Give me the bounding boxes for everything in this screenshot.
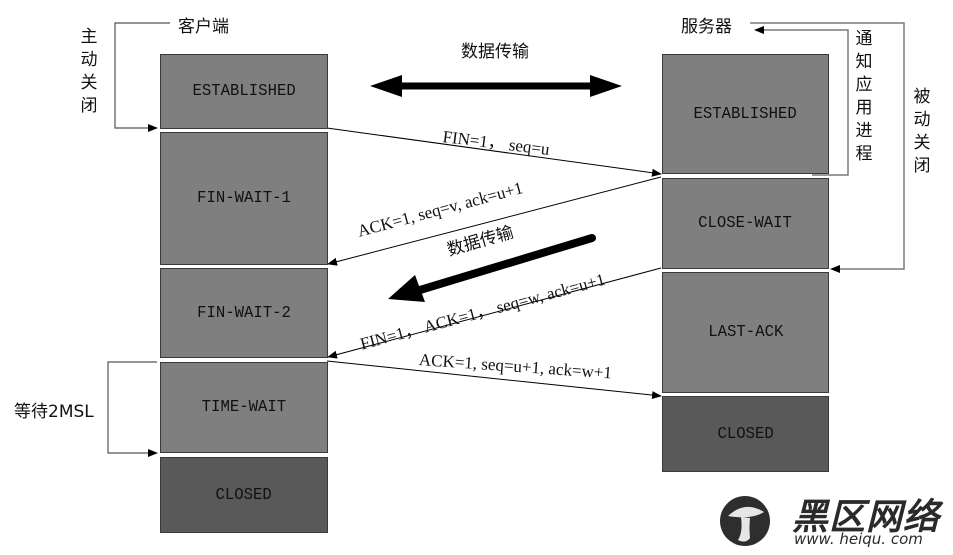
state-label: CLOSED — [717, 424, 774, 444]
state-label: TIME-WAIT — [201, 398, 287, 417]
watermark-logo: 黑区网络 www. heiqu. com — [722, 492, 952, 552]
server-label: 服务器 — [681, 17, 732, 37]
state-label: CLOSE-WAIT — [698, 214, 793, 233]
server-state-close-wait: CLOSE-WAIT — [662, 178, 829, 269]
data-transfer-double-arrow — [370, 75, 622, 97]
server-state-established: ESTABLISHED — [662, 54, 829, 174]
state-label: LAST-ACK — [707, 323, 784, 342]
client-state-fin-wait-1: FIN-WAIT-1 — [160, 132, 328, 265]
notify-app-arrowhead — [754, 26, 764, 34]
state-label: CLOSED — [215, 485, 273, 505]
wait-2msl-label: 等待2MSL — [14, 402, 94, 422]
passive-close-label: 被动关闭 — [913, 87, 931, 176]
notify-app-label: 通知应用进程 — [855, 29, 873, 164]
active-close-arrowhead — [148, 124, 158, 132]
state-label: ESTABLISHED — [693, 104, 798, 124]
server-state-closed: CLOSED — [662, 396, 829, 472]
client-state-time-wait: TIME-WAIT — [160, 362, 328, 453]
wait-2msl-bracket — [107, 361, 157, 454]
wait-2msl-arrowhead — [148, 449, 158, 457]
client-state-fin-wait-2: FIN-WAIT-2 — [160, 268, 328, 358]
server-state-last-ack: LAST-ACK — [662, 272, 829, 393]
state-label: ESTABLISHED — [192, 82, 296, 101]
state-label: FIN-WAIT-2 — [197, 303, 291, 323]
client-label: 客户端 — [178, 17, 229, 37]
active-close-label: 主动关闭 — [80, 27, 98, 116]
watermark-url: www. heiqu. com — [794, 530, 923, 548]
data-transfer-label: 数据传输 — [461, 42, 529, 62]
passive-close-arrowhead — [830, 265, 840, 273]
state-label: FIN-WAIT-1 — [197, 189, 291, 208]
client-state-established: ESTABLISHED — [160, 54, 328, 129]
client-state-closed: CLOSED — [160, 457, 328, 533]
